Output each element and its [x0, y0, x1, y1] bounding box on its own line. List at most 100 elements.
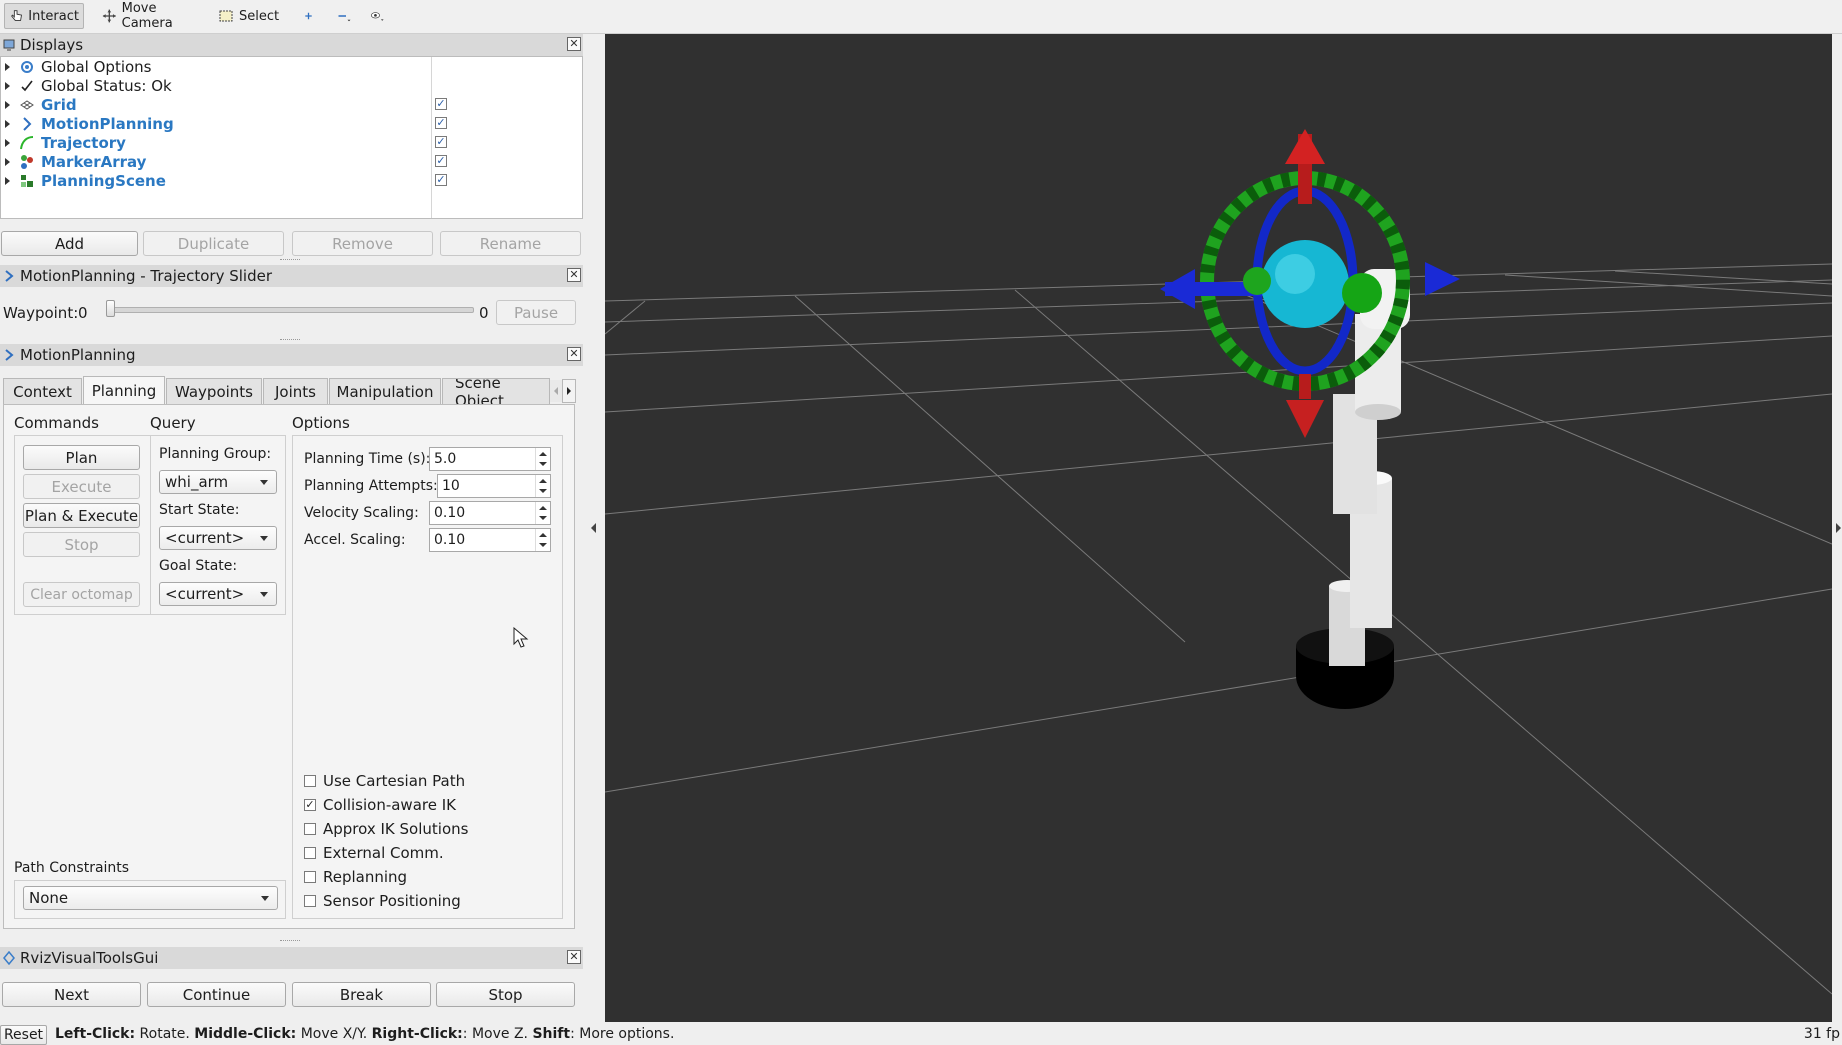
planning-time-input[interactable]: 5.0: [429, 447, 551, 471]
grid-enabled-checkbox[interactable]: ✓: [435, 98, 447, 110]
markerarray-enabled-checkbox[interactable]: ✓: [435, 155, 447, 167]
motionplanning-close-icon[interactable]: ✕: [567, 347, 581, 361]
break-button[interactable]: Break: [292, 982, 431, 1007]
tab-scroll-right-button[interactable]: [562, 379, 576, 403]
add-display-button[interactable]: Add: [1, 231, 138, 256]
chevron-down-icon: [260, 592, 268, 597]
tab-manipulation[interactable]: Manipulation: [329, 378, 441, 404]
display-item-markerarray[interactable]: MarkerArray ✓: [1, 152, 582, 171]
right-click-key: Right-Click:: [371, 1026, 463, 1042]
display-item-trajectory[interactable]: Trajectory ✓: [1, 133, 582, 152]
tab-scene-object[interactable]: Scene Object: [442, 378, 550, 404]
add-tool-button[interactable]: [300, 3, 322, 29]
remove-display-button[interactable]: Remove: [292, 231, 433, 256]
use-cartesian-path-checkbox[interactable]: [304, 775, 316, 787]
tab-planning[interactable]: Planning: [83, 376, 165, 405]
accel-scaling-input[interactable]: 0.10: [429, 528, 551, 552]
goal-state-select[interactable]: <current>: [159, 582, 277, 606]
tab-joints[interactable]: Joints: [263, 378, 328, 404]
waypoint-slider-handle[interactable]: [106, 300, 115, 317]
motionplanning-enabled-checkbox[interactable]: ✓: [435, 117, 447, 129]
waypoint-slider-track[interactable]: [108, 307, 474, 313]
use-cartesian-path-option[interactable]: Use Cartesian Path: [304, 771, 465, 791]
display-item-planningscene[interactable]: PlanningScene ✓: [1, 171, 582, 190]
tab-waypoints[interactable]: Waypoints: [166, 378, 262, 404]
duplicate-display-button[interactable]: Duplicate: [143, 231, 284, 256]
replanning-label: Replanning: [323, 868, 408, 886]
plan-button[interactable]: Plan: [23, 445, 140, 470]
display-item-global-status[interactable]: Global Status: Ok: [1, 76, 582, 95]
displays-close-icon[interactable]: ✕: [567, 37, 581, 51]
expand-arrow-icon[interactable]: [5, 81, 10, 90]
reset-view-button[interactable]: Reset: [0, 1025, 47, 1045]
tab-context[interactable]: Context: [3, 378, 82, 404]
spin-arrows[interactable]: [535, 448, 550, 470]
plan-and-execute-button[interactable]: Plan & Execute: [23, 503, 140, 528]
replanning-checkbox[interactable]: [304, 871, 316, 883]
spin-arrows[interactable]: [535, 475, 550, 497]
trajectory-enabled-checkbox[interactable]: ✓: [435, 136, 447, 148]
trajectory-slider-close-icon[interactable]: ✕: [567, 268, 581, 282]
external-comm-label: External Comm.: [323, 844, 444, 862]
spin-arrows[interactable]: [535, 529, 550, 551]
planning-attempts-input[interactable]: 10: [437, 474, 551, 498]
panel-splitter[interactable]: [280, 259, 300, 262]
robot-scene: [604, 129, 1833, 995]
planningscene-enabled-checkbox[interactable]: ✓: [435, 174, 447, 186]
display-label: Grid: [41, 95, 77, 114]
main-toolbar: Interact Move Camera Select: [0, 0, 1842, 34]
display-item-motionplanning[interactable]: MotionPlanning ✓: [1, 114, 582, 133]
collision-aware-ik-label: Collision-aware IK: [323, 796, 456, 814]
rviz-tools-close-icon[interactable]: ✕: [567, 950, 581, 964]
spin-arrows[interactable]: [535, 502, 550, 524]
rename-display-button[interactable]: Rename: [440, 231, 581, 256]
planning-group-select[interactable]: whi_arm: [159, 470, 277, 494]
sensor-positioning-checkbox[interactable]: [304, 895, 316, 907]
collision-aware-ik-checkbox[interactable]: ✓: [304, 799, 316, 811]
replanning-option[interactable]: Replanning: [304, 867, 407, 887]
panel-splitter[interactable]: [280, 940, 300, 943]
display-item-global-options[interactable]: Global Options: [1, 57, 582, 76]
3d-render-viewport[interactable]: [604, 34, 1833, 1022]
rviz-tools-panel-title: RvizVisualToolsGui ✕: [0, 947, 583, 969]
view-options-button[interactable]: [366, 3, 394, 29]
displays-tree: Global Options Global Status: Ok Grid ✓ …: [0, 56, 583, 219]
spin-up-icon: [539, 506, 547, 510]
external-comm-option[interactable]: External Comm.: [304, 843, 444, 863]
approx-ik-option[interactable]: Approx IK Solutions: [304, 819, 468, 839]
pause-button[interactable]: Pause: [496, 300, 576, 325]
planning-time-value: 5.0: [434, 451, 457, 467]
approx-ik-checkbox[interactable]: [304, 823, 316, 835]
move-camera-tool-button[interactable]: Move Camera: [98, 1, 208, 31]
execute-button[interactable]: Execute: [23, 474, 140, 499]
next-button[interactable]: Next: [2, 982, 141, 1007]
stop-planning-button[interactable]: Stop: [23, 532, 140, 557]
interact-tool-button[interactable]: Interact: [4, 3, 84, 29]
monitor-icon: [3, 39, 15, 51]
stop-button[interactable]: Stop: [436, 982, 575, 1007]
shift-key: Shift: [532, 1026, 571, 1042]
collapse-left-handle[interactable]: [590, 520, 598, 538]
panel-splitter[interactable]: [280, 339, 300, 342]
collapse-right-handle[interactable]: [1834, 520, 1842, 538]
path-constraints-select[interactable]: None: [23, 886, 278, 910]
display-label: Trajectory: [41, 133, 126, 152]
select-tool-button[interactable]: Select: [214, 3, 284, 29]
expand-arrow-icon[interactable]: [5, 157, 10, 166]
expand-arrow-icon[interactable]: [5, 176, 10, 185]
display-item-grid[interactable]: Grid ✓: [1, 95, 582, 114]
continue-button[interactable]: Continue: [147, 982, 286, 1007]
expand-arrow-icon[interactable]: [5, 119, 10, 128]
expand-arrow-icon[interactable]: [5, 62, 10, 71]
sensor-positioning-option[interactable]: Sensor Positioning: [304, 891, 461, 911]
tab-scroll-left-button[interactable]: [550, 380, 562, 402]
velocity-scaling-input[interactable]: 0.10: [429, 501, 551, 525]
remove-tool-button[interactable]: [333, 3, 361, 29]
expand-arrow-icon[interactable]: [5, 138, 10, 147]
start-state-select[interactable]: <current>: [159, 526, 277, 550]
expand-arrow-icon[interactable]: [5, 100, 10, 109]
collision-aware-ik-option[interactable]: ✓ Collision-aware IK: [304, 795, 456, 815]
floor-grid: [604, 263, 1833, 995]
external-comm-checkbox[interactable]: [304, 847, 316, 859]
clear-octomap-button[interactable]: Clear octomap: [23, 582, 140, 607]
